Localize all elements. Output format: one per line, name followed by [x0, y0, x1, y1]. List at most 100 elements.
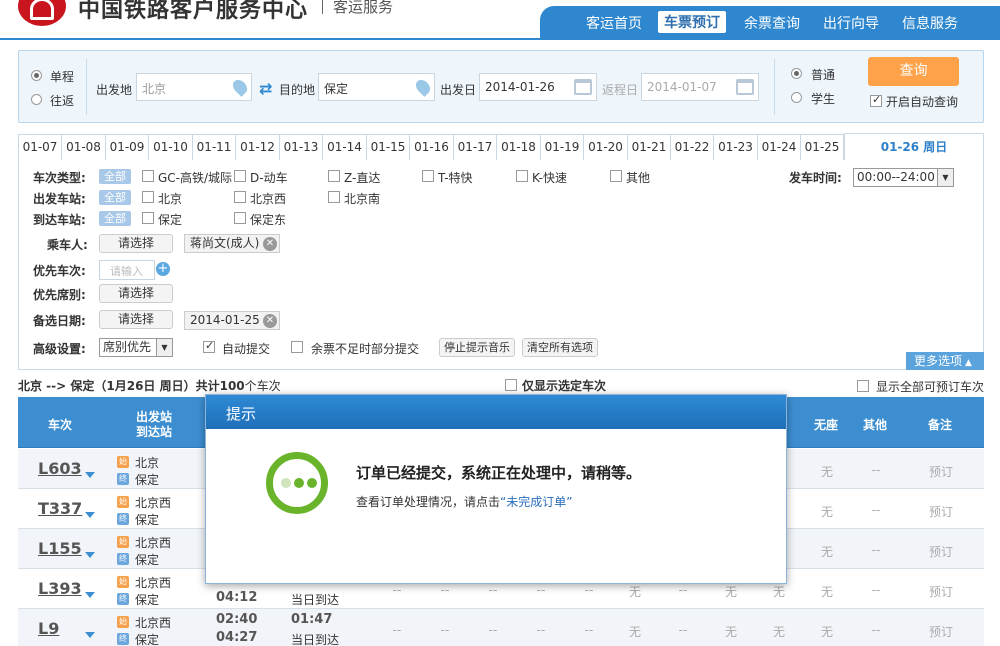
origin-station-icon: 始 [117, 496, 129, 508]
date-tab-active[interactable]: 01-26 周日 [844, 133, 984, 161]
chevron-down-icon[interactable] [85, 632, 95, 638]
date-tab[interactable]: 01-13 [280, 135, 323, 160]
seat-cell: 无 [772, 625, 785, 639]
chevron-down-icon[interactable] [85, 592, 95, 598]
book-link[interactable]: 预订 [926, 503, 956, 520]
date-tab[interactable]: 01-11 [193, 135, 236, 160]
train-type-checkbox[interactable] [234, 170, 246, 182]
depart-station-checkbox[interactable] [142, 191, 154, 203]
train-number[interactable]: L9 [38, 619, 59, 638]
query-button[interactable]: 查询 [868, 57, 959, 86]
date-tab[interactable]: 01-17 [454, 135, 497, 160]
date-tab[interactable]: 01-24 [758, 135, 801, 160]
passenger-select-button[interactable]: 请选择 [99, 234, 173, 253]
add-icon[interactable]: + [156, 262, 170, 276]
from-station: 北京 [135, 456, 160, 470]
book-link[interactable]: 预订 [926, 623, 956, 640]
divider [774, 59, 775, 115]
one-way-radio[interactable] [31, 70, 42, 81]
more-options-label: 更多选项 [914, 354, 963, 368]
advanced-select[interactable]: 席别优先 ▼ [99, 338, 173, 357]
train-type-checkbox[interactable] [328, 170, 340, 182]
terminal-station-icon: 终 [117, 553, 129, 565]
date-tab[interactable]: 01-18 [497, 135, 541, 160]
arrive-station-all-button[interactable]: 全部 [99, 211, 131, 226]
train-type-all-button[interactable]: 全部 [99, 169, 131, 184]
nav-travel-guide[interactable]: 出行向导 [823, 13, 879, 33]
from-station: 北京西 [135, 536, 172, 550]
train-type-checkbox[interactable] [422, 170, 434, 182]
train-number[interactable]: T337 [38, 499, 82, 518]
round-trip-radio[interactable] [31, 94, 42, 105]
nav-booking[interactable]: 车票预订 [658, 11, 726, 33]
close-icon[interactable]: ✕ [263, 314, 277, 328]
date-tab[interactable]: 01-22 [671, 135, 714, 160]
date-tab[interactable]: 01-08 [62, 135, 106, 160]
depart-time-select[interactable]: 00:00--24:00 ▼ [853, 168, 954, 187]
book-link[interactable]: 预订 [926, 543, 956, 560]
date-tab[interactable]: 01-20 [584, 135, 628, 160]
train-number[interactable]: L155 [38, 539, 82, 558]
student-passenger-label: 学生 [811, 92, 836, 106]
other-cell: -- [871, 543, 881, 557]
nav-home[interactable]: 客运首页 [586, 13, 642, 33]
clear-all-button[interactable]: 清空所有选项 [522, 338, 598, 357]
seat-cell: -- [584, 623, 594, 637]
calendar-icon[interactable] [736, 79, 754, 95]
train-number[interactable]: L393 [38, 579, 82, 598]
nav-ticket-query[interactable]: 余票查询 [744, 13, 800, 33]
date-tab[interactable]: 01-19 [541, 135, 584, 160]
train-type-k-label: K-快速 [532, 171, 567, 185]
more-options-button[interactable]: 更多选项 ▲ [906, 352, 984, 370]
date-tab[interactable]: 01-15 [367, 135, 410, 160]
auto-query-checkbox[interactable] [870, 93, 882, 107]
date-tab[interactable]: 01-23 [714, 135, 758, 160]
date-tab[interactable]: 01-09 [106, 135, 149, 160]
partial-submit-checkbox[interactable] [291, 341, 303, 353]
train-type-checkbox[interactable] [610, 170, 622, 182]
date-tab[interactable]: 01-12 [236, 135, 280, 160]
calendar-icon[interactable] [574, 79, 592, 95]
priority-train-input[interactable]: 请输入 [99, 260, 155, 280]
only-selected-checkbox[interactable] [505, 379, 517, 391]
train-number[interactable]: L603 [38, 459, 82, 478]
date-tab[interactable]: 01-14 [323, 135, 367, 160]
chevron-down-icon[interactable] [85, 552, 95, 558]
nav-info-service[interactable]: 信息服务 [902, 13, 958, 33]
depart-station-all-button[interactable]: 全部 [99, 190, 131, 205]
date-tab[interactable]: 01-21 [628, 135, 671, 160]
date-tab[interactable]: 01-25 [801, 135, 844, 160]
from-station: 北京西 [135, 616, 172, 630]
normal-passenger-radio[interactable] [791, 68, 802, 79]
date-tab[interactable]: 01-16 [410, 135, 454, 160]
chevron-down-icon[interactable] [85, 472, 95, 478]
depart-time-label: 发车时间: [789, 171, 842, 185]
train-type-label: 车次类型: [33, 171, 86, 185]
auto-submit-checkbox[interactable] [203, 339, 215, 353]
close-icon[interactable]: ✕ [263, 237, 277, 251]
depart-station-checkbox[interactable] [328, 191, 340, 203]
train-type-checkbox[interactable] [516, 170, 528, 182]
show-all-checkbox[interactable] [857, 380, 869, 392]
backup-date-select-button[interactable]: 请选择 [99, 310, 173, 329]
swap-icon[interactable]: ⇄ [259, 79, 272, 98]
no-seat-cell: 无 [820, 545, 833, 559]
depart-time-value: 00:00--24:00 [857, 170, 935, 184]
priority-seat-select-button[interactable]: 请选择 [99, 284, 173, 303]
book-link[interactable]: 预订 [926, 583, 956, 600]
search-panel: 单程 往返 出发地 北京 ⇄ 目的地 保定 出发日 2014-01-26 返程日… [18, 50, 984, 123]
date-tab[interactable]: 01-07 [19, 135, 62, 160]
arrive-station-checkbox[interactable] [142, 212, 154, 224]
chevron-down-icon[interactable] [85, 512, 95, 518]
seat-cell: -- [536, 583, 546, 597]
stop-music-button[interactable]: 停止提示音乐 [439, 338, 515, 357]
train-type-checkbox[interactable] [142, 170, 154, 182]
student-passenger-radio[interactable] [791, 92, 802, 103]
to-station: 保定 [135, 513, 160, 527]
arrive-station-checkbox[interactable] [234, 212, 246, 224]
unfinished-orders-link[interactable]: “未完成订单” [500, 495, 572, 509]
book-link[interactable]: 预订 [926, 463, 956, 480]
col-no-seat: 无座 [814, 418, 839, 432]
date-tab[interactable]: 01-10 [149, 135, 193, 160]
depart-station-checkbox[interactable] [234, 191, 246, 203]
